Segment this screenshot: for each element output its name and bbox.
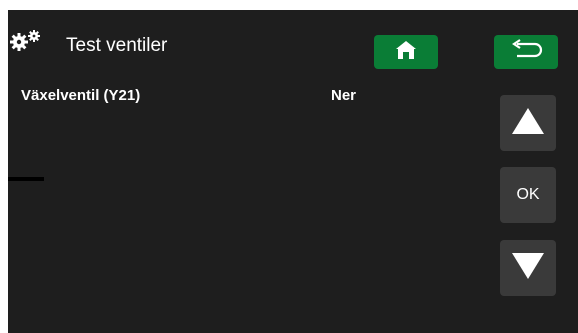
back-button[interactable] [494, 35, 558, 69]
up-button[interactable] [500, 95, 556, 151]
ok-button[interactable]: OK [500, 167, 556, 223]
list-marker [8, 177, 44, 181]
gears-icon [9, 30, 45, 52]
home-button[interactable] [374, 35, 438, 69]
triangle-up-icon [512, 107, 544, 139]
triangle-down-icon [512, 252, 544, 284]
valve-value[interactable]: Ner [331, 87, 356, 105]
valve-label: Växelventil (Y21) [21, 87, 141, 104]
ok-label: OK [516, 186, 540, 203]
return-arrow-icon [508, 38, 544, 66]
home-icon [395, 40, 417, 65]
screen: Test ventiler Växelventil (Y21) Ner OK [8, 10, 578, 333]
down-button[interactable] [500, 240, 556, 296]
page-title: Test ventiler [66, 35, 168, 56]
